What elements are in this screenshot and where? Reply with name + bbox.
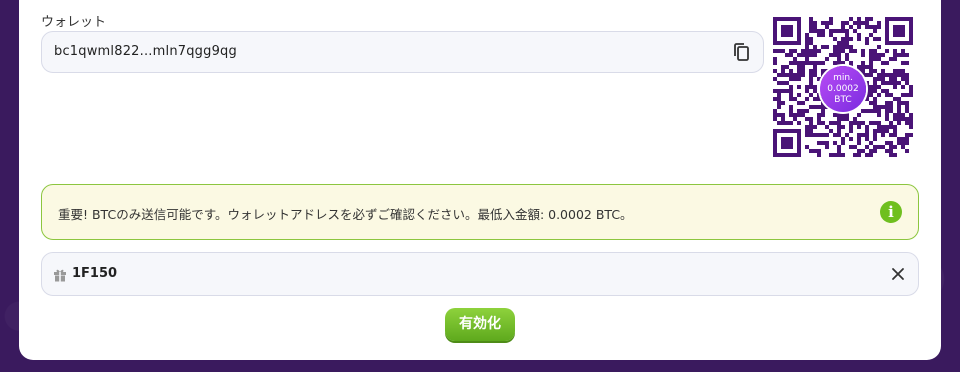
badge-line-currency: BTC bbox=[834, 94, 852, 105]
wallet-address-field[interactable]: bc1qwml822...mln7qgg9qg bbox=[41, 31, 764, 73]
wallet-address-text[interactable]: bc1qwml822...mln7qgg9qg bbox=[54, 44, 237, 59]
badge-line-amount: 0.0002 bbox=[827, 83, 859, 94]
badge-line-min: min. bbox=[833, 72, 853, 83]
info-icon[interactable]: i bbox=[880, 201, 902, 223]
min-deposit-badge: min. 0.0002 BTC bbox=[820, 66, 866, 112]
notice-text: 重要! BTCのみ送信可能です。ウォレットアドレスを必ずご確認ください。最低入金… bbox=[58, 207, 633, 222]
promo-code-field[interactable]: 1F150 bbox=[41, 252, 919, 296]
close-icon[interactable] bbox=[890, 266, 906, 282]
promo-code-value[interactable]: 1F150 bbox=[72, 266, 117, 281]
activate-button[interactable]: 有効化 bbox=[445, 308, 515, 341]
wallet-label: ウォレット bbox=[41, 15, 107, 30]
copy-icon[interactable] bbox=[731, 41, 753, 63]
important-notice: 重要! BTCのみ送信可能です。ウォレットアドレスを必ずご確認ください。最低入金… bbox=[41, 184, 919, 240]
gift-icon bbox=[53, 267, 67, 282]
